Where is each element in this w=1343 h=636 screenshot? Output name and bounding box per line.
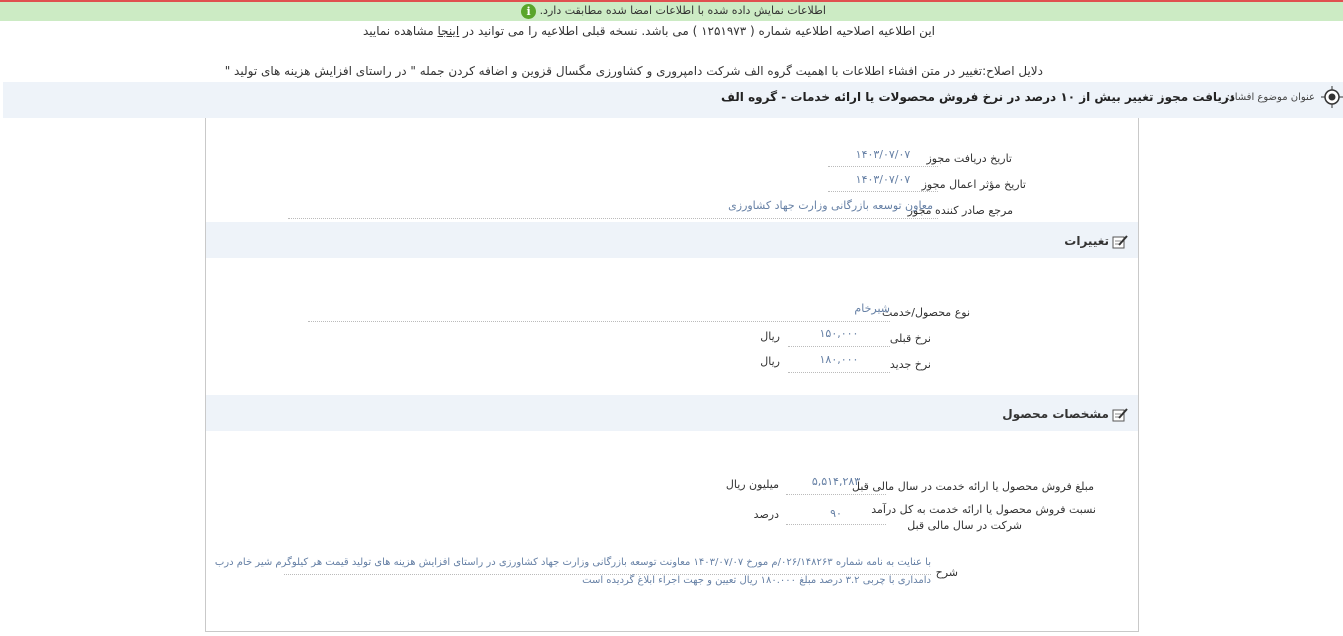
divider — [288, 218, 938, 219]
description-line1: با عنایت به نامه شماره ۰۲۶/۱۴۸۲۶۳/م مورخ… — [214, 557, 931, 568]
description-line2: دامداری با چربی ۳.۲ درصد مبلغ ۱۸۰.۰۰۰ ری… — [582, 575, 931, 586]
changes-section-header: تغییرات — [206, 222, 1138, 258]
divider — [828, 191, 938, 192]
sales-ratio-unit: درصد — [753, 508, 779, 521]
signature-status-banner: اطلاعات نمایش داده شده با اطلاعات امضا ش… — [0, 0, 1343, 21]
product-type-value: شیرخام — [854, 302, 890, 315]
product-type-label: نوع محصول/خدمت — [882, 306, 970, 319]
info-icon: i — [521, 3, 537, 19]
subject-label: عنوان موضوع افشاء: — [1226, 92, 1315, 103]
divider — [828, 166, 938, 167]
target-icon — [1321, 86, 1343, 108]
new-rate-unit: ریال — [760, 355, 780, 368]
amendment-reason: دلایل اصلاح:تغییر در متن افشاء اطلاعات ب… — [224, 64, 1043, 78]
divider — [786, 524, 886, 525]
previous-rate-unit: ریال — [760, 330, 780, 343]
new-rate-value: ۱۸۰,۰۰۰ — [819, 353, 859, 366]
divider — [308, 321, 890, 322]
divider — [786, 494, 886, 495]
sales-ratio-label-line1: نسبت فروش محصول یا ارائه خدمت به کل درآم… — [871, 503, 1096, 516]
banner-text: اطلاعات نمایش داده شده با اطلاعات امضا ش… — [539, 4, 826, 17]
disclosure-panel: تاریخ دریافت مجوز ۱۴۰۳/۰۷/۰۷ تاریخ مؤثر … — [205, 118, 1139, 632]
notice-text-before: این اطلاعیه اصلاحیه اطلاعیه شماره ( ۱۲۵۱… — [459, 24, 935, 38]
previous-rate-label: نرخ قبلی — [889, 332, 931, 345]
subject-value: دریافت مجوز تغییر بیش از ۱۰ درصد در نرخ … — [721, 90, 1235, 104]
edit-icon — [1112, 407, 1128, 421]
receive-date-value: ۱۴۰۳/۰۷/۰۷ — [855, 148, 911, 161]
edit-icon — [1112, 234, 1128, 248]
prior-year-sales-label: مبلغ فروش محصول یا ارائه خدمت در سال مال… — [852, 480, 1094, 493]
divider — [788, 346, 890, 347]
sales-ratio-label-line2: شرکت در سال مالی قبل — [907, 519, 1022, 532]
product-spec-title: مشخصات محصول — [1002, 407, 1109, 421]
prior-year-sales-unit: میلیون ریال — [725, 478, 779, 491]
previous-version-link[interactable]: اینجا — [437, 24, 459, 38]
issuer-value: معاون توسعه بازرگانی وزارت جهاد کشاورزی — [728, 199, 933, 212]
new-rate-label: نرخ جدید — [889, 358, 931, 371]
receive-date-label: تاریخ دریافت مجوز — [926, 152, 1012, 165]
changes-title: تغییرات — [1064, 234, 1109, 248]
subject-bar: عنوان موضوع افشاء: دریافت مجوز تغییر بیش… — [3, 82, 1343, 118]
notice-text-after: مشاهده نمایید — [362, 24, 438, 38]
description-label: شرح — [935, 566, 958, 579]
divider — [788, 372, 890, 373]
amendment-notice: این اطلاعیه اصلاحیه اطلاعیه شماره ( ۱۲۵۱… — [363, 24, 935, 38]
effective-date-value: ۱۴۰۳/۰۷/۰۷ — [855, 173, 911, 186]
sales-ratio-value: ۹۰ — [830, 507, 842, 520]
product-spec-section-header: مشخصات محصول — [206, 395, 1138, 431]
previous-rate-value: ۱۵۰,۰۰۰ — [819, 327, 859, 340]
prior-year-sales-value: ۵,۵۱۴,۲۸۳ — [811, 475, 861, 488]
